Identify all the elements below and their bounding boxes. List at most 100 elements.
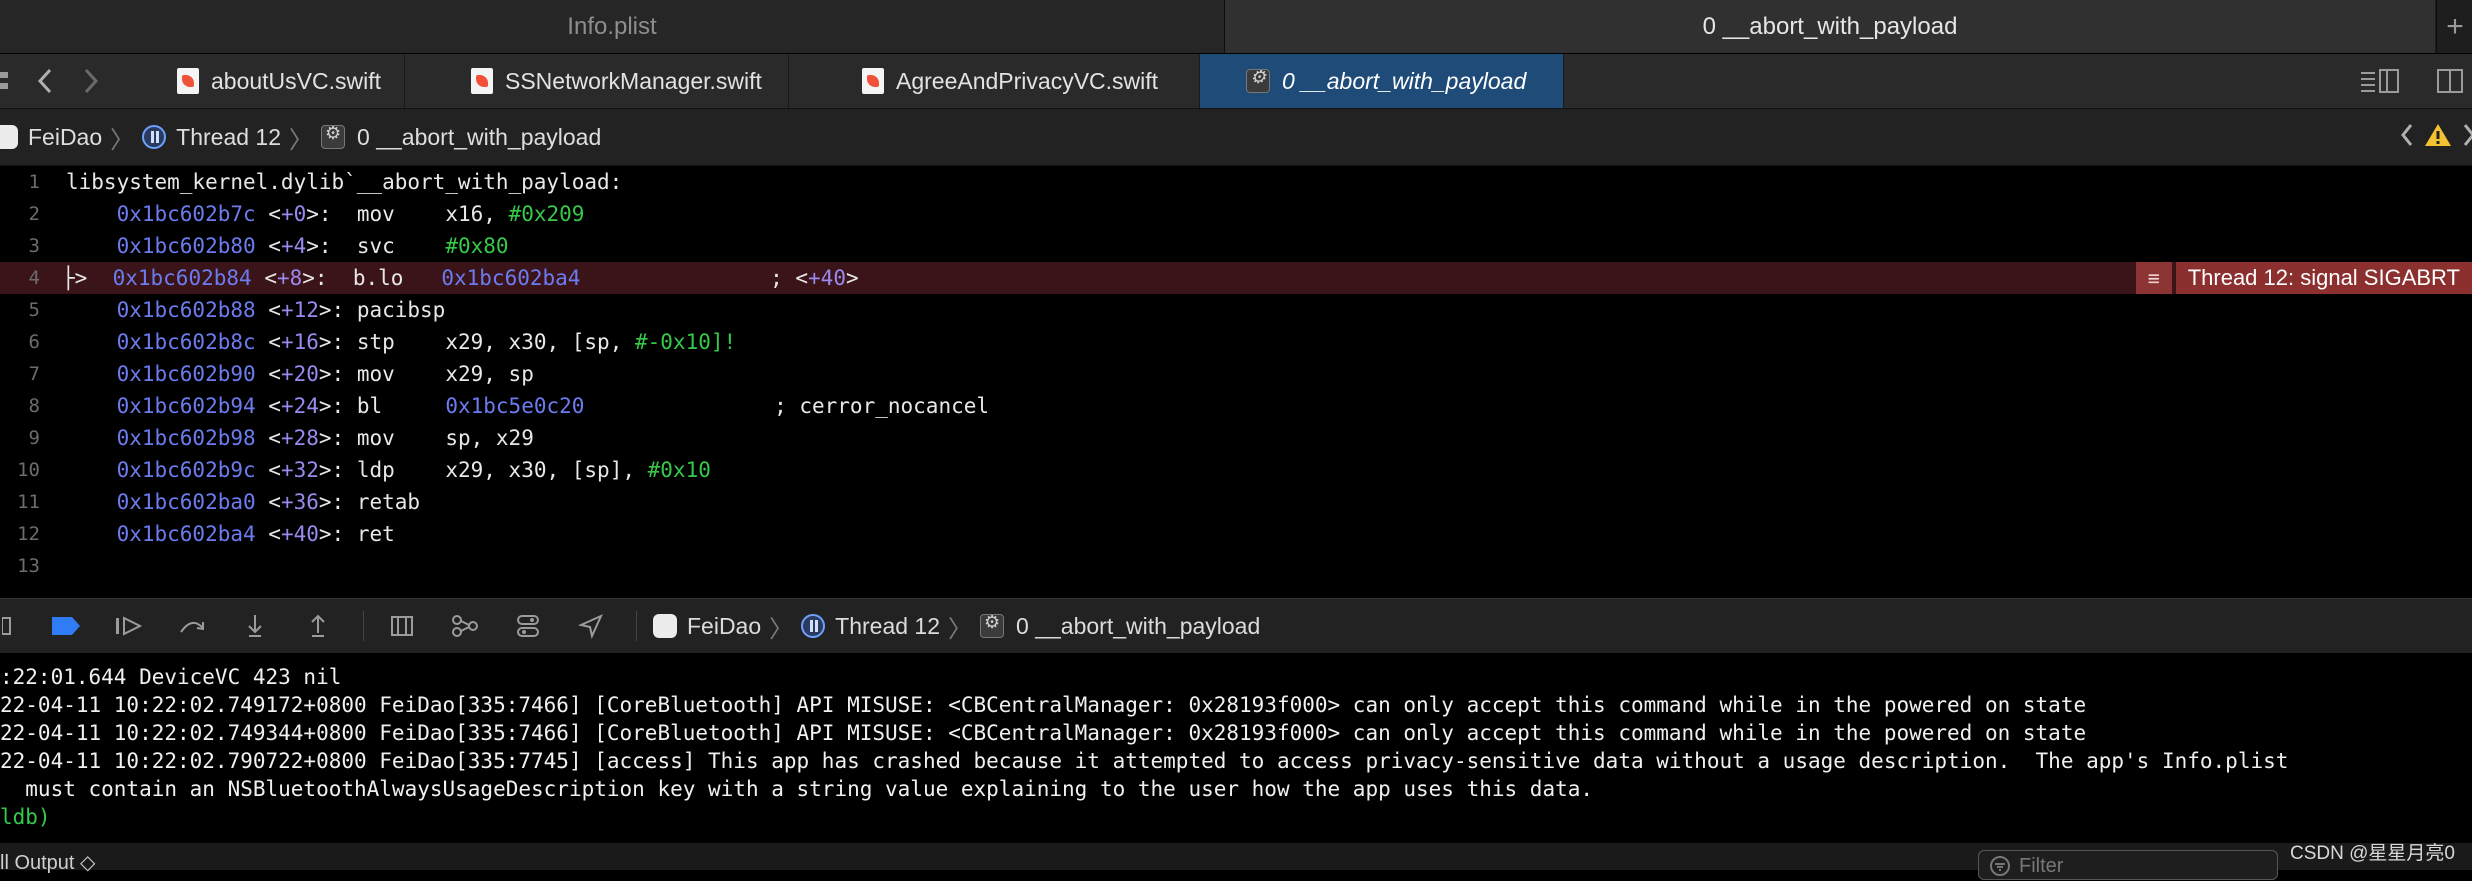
- window-tab-abort-with-payload[interactable]: 0 __abort_with_payload: [1225, 0, 2435, 53]
- tab-agree-and-privacy-vc[interactable]: AgreeAndPrivacyVC.swift: [840, 54, 1200, 108]
- app-icon: [653, 614, 677, 638]
- add-tab-button[interactable]: +: [2436, 0, 2472, 53]
- code-text: 0x1bc602b90 <+20>: mov x29, sp: [116, 362, 534, 386]
- tab-label: AgreeAndPrivacyVC.swift: [896, 67, 1159, 94]
- tab-abort-with-payload[interactable]: 0 __abort_with_payload: [1200, 54, 1564, 108]
- line-number: 8: [28, 395, 40, 417]
- chevron-right-icon: [84, 68, 99, 94]
- simulate-location-button[interactable]: [573, 611, 609, 641]
- code-text: 0x1bc602b9c <+32>: ldp x29, x30, [sp], #…: [116, 458, 711, 482]
- chevron-left-icon[interactable]: [2398, 121, 2416, 149]
- gear-icon: [980, 612, 1005, 638]
- editor-tab-bar: aboutUsVC.swift SSNetworkManager.swift A…: [0, 54, 2472, 109]
- line-number: 11: [17, 491, 40, 513]
- code-line: 13: [0, 550, 2472, 582]
- chevron-right-icon[interactable]: [2460, 121, 2472, 149]
- code-line: 5 0x1bc602b88 <+12>: pacibsp: [0, 294, 2472, 326]
- filter-input[interactable]: Filter: [1978, 850, 2278, 880]
- step-out-button[interactable]: [300, 611, 336, 641]
- disassembly-editor[interactable]: 1 libsystem_kernel.dylib`__abort_with_pa…: [0, 166, 2472, 598]
- code-text: 0x1bc602b98 <+28>: mov sp, x29: [116, 426, 534, 450]
- window-tab-label: Info.plist: [567, 12, 657, 40]
- debug-breadcrumb-thread[interactable]: Thread 12: [801, 613, 940, 640]
- console-line: :22:01.644 DeviceVC 423 nil: [0, 665, 342, 689]
- continue-icon: [116, 616, 143, 636]
- instruction-pointer-arrow: ├>: [62, 266, 88, 290]
- code-text: 0x1bc602b88 <+12>: pacibsp: [116, 298, 446, 322]
- line-number: 4: [28, 267, 40, 289]
- breadcrumb-frame[interactable]: 0 __abort_with_payload: [321, 123, 602, 151]
- output-filter-select[interactable]: ll Output ◇: [0, 850, 95, 875]
- step-into-icon: [248, 615, 262, 637]
- forward-button[interactable]: [82, 54, 100, 108]
- lldb-prompt[interactable]: ldb): [0, 803, 2472, 831]
- code-text: libsystem_kernel.dylib`__abort_with_payl…: [66, 170, 623, 194]
- window-tab-info-plist[interactable]: Info.plist: [0, 0, 1225, 53]
- step-over-button[interactable]: [174, 611, 210, 641]
- environment-overrides-button[interactable]: [510, 611, 546, 641]
- line-number: 7: [28, 363, 40, 385]
- continue-button[interactable]: [111, 611, 147, 641]
- plus-icon: +: [2446, 9, 2464, 43]
- breakpoints-toggle-button[interactable]: [48, 611, 84, 641]
- console-line: 22-04-11 10:22:02.749172+0800 FeiDao[335…: [0, 693, 2087, 717]
- split-editor-icon[interactable]: [2436, 54, 2466, 108]
- signal-annotation[interactable]: ≡ Thread 12: signal SIGABRT: [2135, 262, 2472, 294]
- code-line: 2 0x1bc602b7c <+0>: mov x16, #0x209: [0, 198, 2472, 230]
- line-number: 13: [17, 555, 40, 577]
- line-number: 3: [28, 235, 40, 257]
- current-instruction-line: 4 ├> 0x1bc602b84 <+8>: b.lo 0x1bc602ba4 …: [0, 262, 2472, 294]
- code-text: 0x1bc602ba0 <+36>: retab: [116, 490, 421, 514]
- line-number: 10: [17, 459, 40, 481]
- line-number: 1: [28, 171, 40, 193]
- toolbar-divider: [363, 611, 364, 641]
- code-line: 3 0x1bc602b80 <+4>: svc #0x80: [0, 230, 2472, 262]
- debug-view-hierarchy-button[interactable]: [384, 611, 420, 641]
- code-line: 10 0x1bc602b9c <+32>: ldp x29, x30, [sp]…: [0, 454, 2472, 486]
- list-icon: ≡: [2135, 262, 2172, 294]
- warning-icon[interactable]: [2424, 122, 2452, 148]
- gear-icon: [1246, 67, 1270, 93]
- tab-label: 0 __abort_with_payload: [1282, 67, 1527, 94]
- breadcrumb-label: 0 __abort_with_payload: [357, 123, 602, 150]
- breadcrumb-label: FeiDao: [687, 612, 762, 639]
- line-number: 12: [17, 523, 40, 545]
- code-line: 9 0x1bc602b98 <+28>: mov sp, x29: [0, 422, 2472, 454]
- line-number: 6: [28, 331, 40, 353]
- tab-ss-network-manager[interactable]: SSNetworkManager.swift: [449, 54, 789, 108]
- breadcrumb-label: Thread 12: [835, 612, 941, 639]
- code-text: ├> 0x1bc602b84 <+8>: b.lo 0x1bc602ba4 ; …: [62, 266, 859, 290]
- debug-breadcrumb-frame[interactable]: 0 __abort_with_payload: [980, 612, 1260, 640]
- breadcrumb-thread[interactable]: Thread 12: [142, 124, 281, 151]
- code-line: 1 libsystem_kernel.dylib`__abort_with_pa…: [0, 166, 2472, 198]
- swift-file-icon: [177, 68, 199, 94]
- toggle-console-icon[interactable]: [0, 611, 14, 641]
- tab-label: aboutUsVC.swift: [211, 67, 382, 94]
- breadcrumb-separator: 〉: [289, 126, 314, 154]
- jump-bar: FeiDao 〉 Thread 12 〉 0 __abort_with_payl…: [0, 109, 2472, 166]
- editor-options-icon[interactable]: [2360, 54, 2400, 108]
- console-line: must contain an NSBluetoothAlwaysUsageDe…: [0, 777, 1594, 801]
- tab-about-us-vc[interactable]: aboutUsVC.swift: [155, 54, 405, 108]
- line-number: 9: [28, 427, 40, 449]
- breadcrumb-app[interactable]: FeiDao: [0, 124, 102, 151]
- step-into-button[interactable]: [237, 611, 273, 641]
- back-button[interactable]: [36, 54, 54, 108]
- code-line: 6 0x1bc602b8c <+16>: stp x29, x30, [sp, …: [0, 326, 2472, 358]
- toggles-icon: [517, 615, 539, 637]
- debug-console[interactable]: :22:01.644 DeviceVC 423 nil 22-04-11 10:…: [0, 653, 2472, 843]
- code-text: 0x1bc602b7c <+0>: mov x16, #0x209: [116, 202, 585, 226]
- view-hierarchy-icon: [391, 616, 413, 636]
- breadcrumb-separator: 〉: [110, 126, 135, 154]
- memory-graph-button[interactable]: [447, 611, 483, 641]
- breadcrumb-separator: 〉: [769, 615, 794, 643]
- chevron-left-icon: [37, 68, 52, 94]
- debug-breadcrumb-app[interactable]: FeiDao: [653, 613, 761, 640]
- code-line: 11 0x1bc602ba0 <+36>: retab: [0, 486, 2472, 518]
- debug-toolbar: FeiDao 〉 Thread 12 〉 0 __abort_with_payl…: [0, 598, 2472, 654]
- grid-icon[interactable]: [0, 54, 14, 108]
- gear-icon: [321, 123, 346, 149]
- code-text: 0x1bc602b94 <+24>: bl 0x1bc5e0c20 ; cerr…: [116, 394, 990, 418]
- breadcrumb-separator: 〉: [948, 615, 973, 643]
- signal-message: Thread 12: signal SIGABRT: [2175, 262, 2472, 294]
